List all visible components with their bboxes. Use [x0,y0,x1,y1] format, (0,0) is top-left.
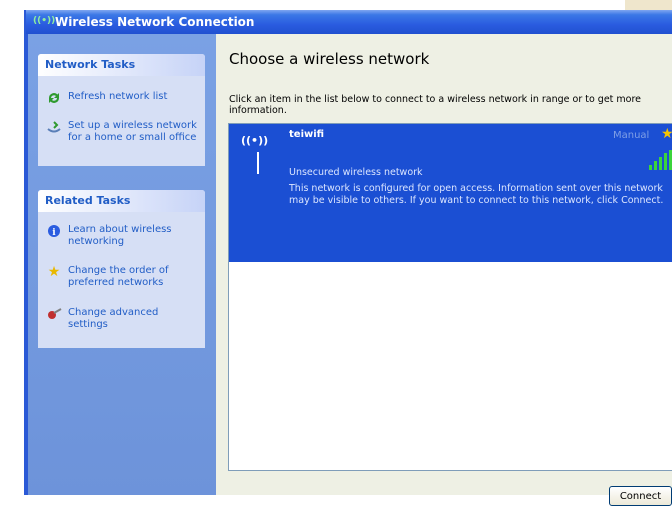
related-tasks-panel: Related Tasks i Learn about wireless net… [38,190,205,348]
network-ssid: teiwifi [289,129,325,140]
settings-icon [46,307,62,321]
wireless-icon: ((•)) [33,16,56,26]
title-bar[interactable]: ((•)) Wireless Network Connection [26,10,672,34]
connection-type: Manual [613,130,650,141]
setup-wireless-network-label: Set up a wireless network for a home or … [68,120,197,143]
change-advanced-settings-link[interactable]: Change advanced settings [46,307,201,331]
wireless-network-icon: ((•)) [241,134,269,147]
refresh-network-list-label: Refresh network list [68,91,168,102]
network-list-item[interactable]: ((•)) teiwifi Manual ★ Unsecured wireles… [229,124,672,262]
network-list[interactable]: ((•)) teiwifi Manual ★ Unsecured wireles… [228,123,672,471]
network-description-line2: may be visible to others. If you want to… [289,195,664,206]
learn-wireless-label: Learn about wireless networking [68,224,172,247]
star-icon: ★ [47,264,61,280]
setup-wireless-icon [46,120,62,134]
preferred-star-icon: ★ [661,126,672,142]
network-description-line1: This network is configured for open acce… [289,183,663,194]
network-tasks-heading[interactable]: Network Tasks [38,54,205,76]
main-content: Choose a wireless network Click an item … [216,34,672,506]
connect-button[interactable]: Connect [609,486,672,506]
setup-wireless-network-link[interactable]: Set up a wireless network for a home or … [46,120,201,144]
change-order-label: Change the order of preferred networks [68,265,169,288]
learn-wireless-link[interactable]: i Learn about wireless networking [46,224,201,248]
refresh-icon [46,91,62,105]
page-title: Choose a wireless network [229,50,430,68]
info-icon: i [46,224,62,238]
change-advanced-settings-label: Change advanced settings [68,307,159,330]
refresh-network-list-link[interactable]: Refresh network list [46,91,201,105]
security-status: Unsecured wireless network [289,167,423,178]
related-tasks-heading[interactable]: Related Tasks [38,190,205,212]
svg-text:i: i [52,228,56,238]
signal-strength-icon [649,150,672,170]
window-title: Wireless Network Connection [55,15,255,29]
network-description: This network is configured for open acce… [289,183,672,207]
network-tasks-panel: Network Tasks Refresh network list Set u… [38,54,205,166]
task-pane: Network Tasks Refresh network list Set u… [28,34,216,495]
change-order-link[interactable]: ★ Change the order of preferred networks [46,264,201,289]
antenna-pole [257,152,259,174]
instruction-text: Click an item in the list below to conne… [229,94,642,116]
